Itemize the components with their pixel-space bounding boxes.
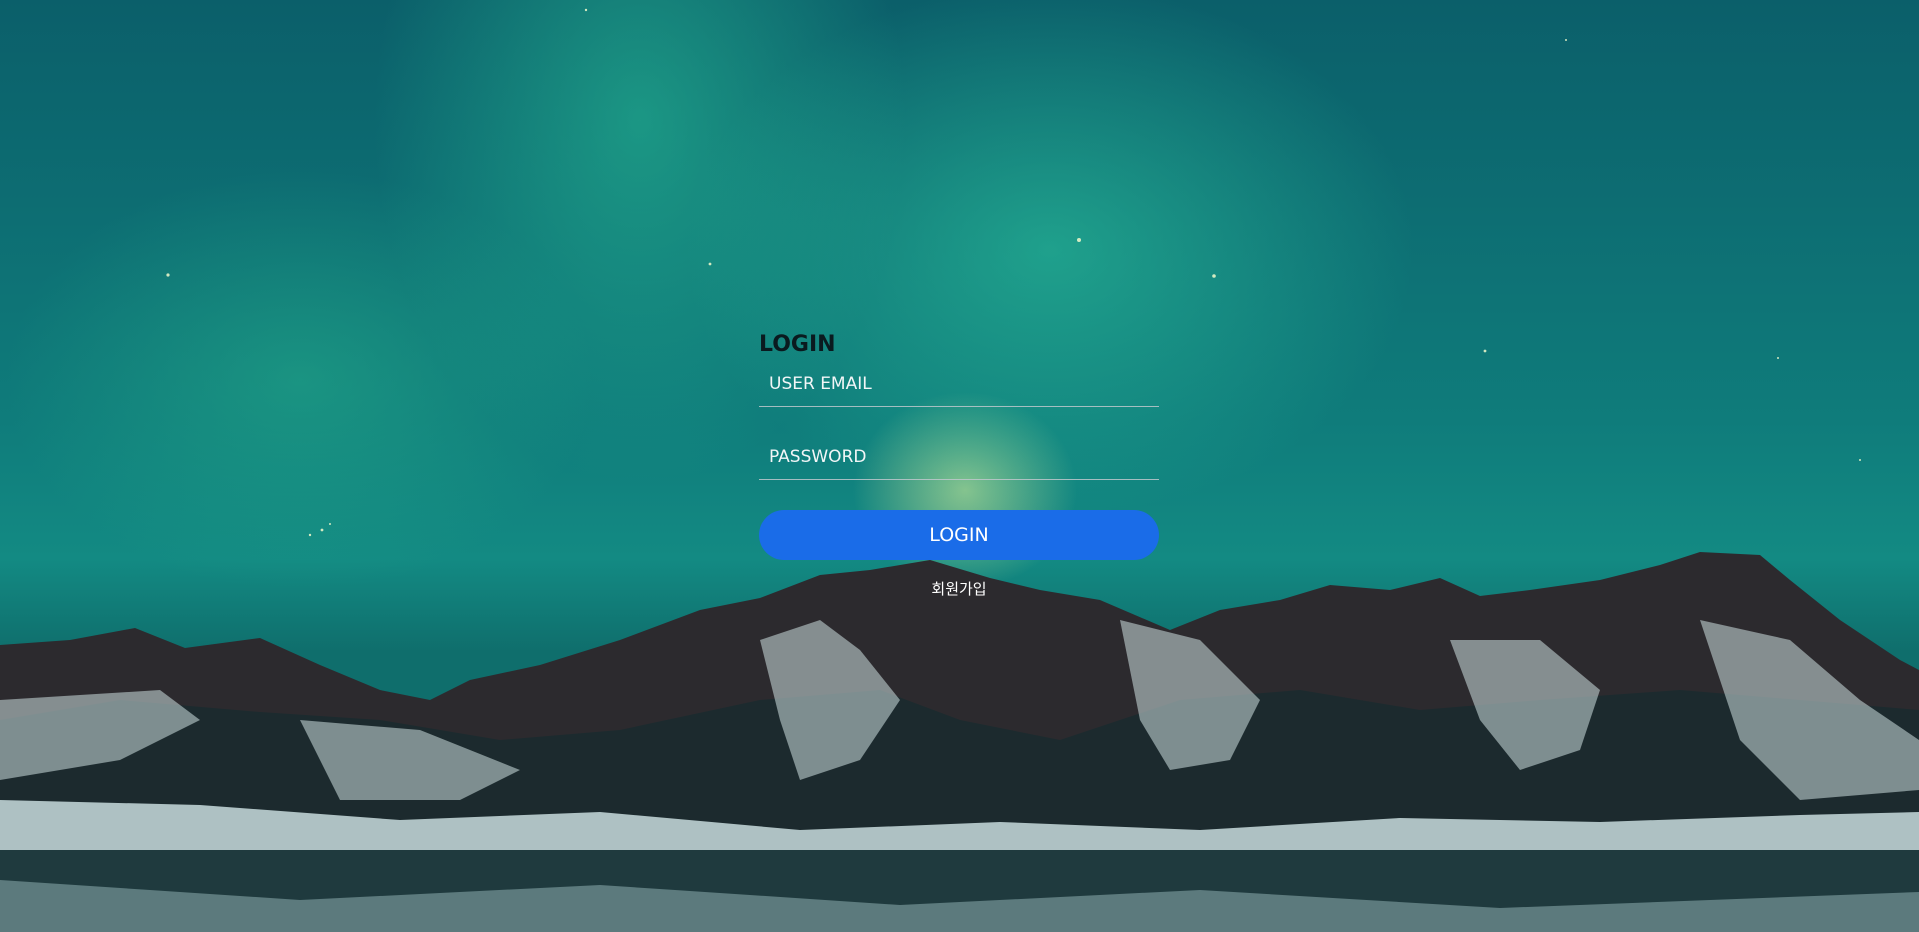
- email-input[interactable]: [759, 362, 1159, 406]
- login-button[interactable]: LOGIN: [759, 510, 1159, 560]
- signup-link[interactable]: 회원가입: [759, 578, 1159, 599]
- password-field-wrapper: [759, 435, 1159, 480]
- login-form: LOGIN LOGIN 회원가입: [759, 330, 1159, 599]
- login-title: LOGIN: [759, 332, 836, 357]
- email-field-wrapper: [759, 362, 1159, 407]
- password-input[interactable]: [759, 435, 1159, 479]
